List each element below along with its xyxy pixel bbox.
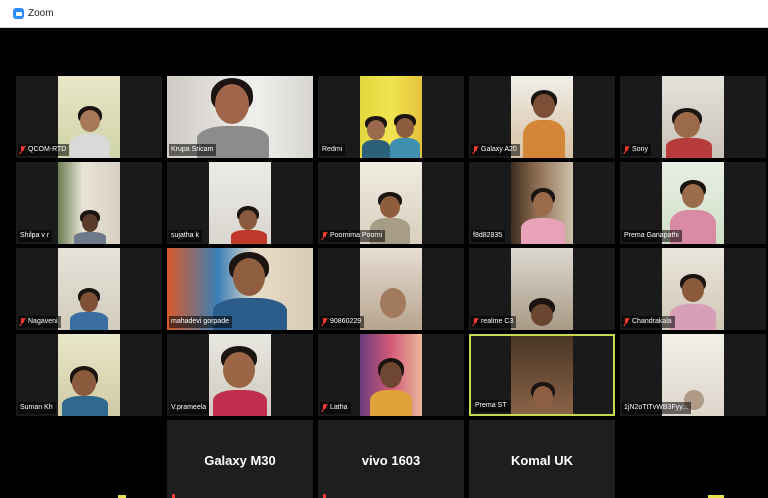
zoom-app-icon xyxy=(13,8,24,19)
participant-name: Komal UK xyxy=(510,452,574,468)
muted-mic-icon xyxy=(171,494,176,498)
participant-tile[interactable]: Prema Ganapathi xyxy=(620,162,766,244)
muted-mic-icon xyxy=(20,318,25,326)
participant-name: Prema Ganapathi xyxy=(622,230,682,242)
participant-name: V.prameela xyxy=(169,402,210,414)
participant-name: sujatha k xyxy=(169,230,203,242)
participant-tile[interactable]: f8d82835 xyxy=(469,162,615,244)
participant-tile[interactable]: Chandrakala xyxy=(620,248,766,330)
muted-mic-icon xyxy=(473,146,478,154)
participant-name: Suman Kh xyxy=(18,402,56,414)
participant-tile[interactable]: Suman Kh xyxy=(16,334,162,416)
muted-mic-icon xyxy=(322,404,327,412)
muted-mic-icon xyxy=(473,318,478,326)
muted-mic-icon xyxy=(322,232,327,240)
participant-tile[interactable]: 1jN2oTtTvWB3Fyy... xyxy=(620,334,766,416)
muted-mic-icon xyxy=(322,494,327,498)
participant-name: Galaxy M30 xyxy=(204,452,276,468)
participant-tile[interactable]: Sony xyxy=(620,76,766,158)
participant-name: mahadevi gorpade xyxy=(169,316,232,328)
participant-tile-audio-only[interactable]: Komal UK xyxy=(469,420,615,498)
participant-name: realme C3 xyxy=(471,316,517,328)
participant-name: Galaxy A20 xyxy=(471,144,520,156)
participant-name: 90860229 xyxy=(320,316,365,328)
window-titlebar: Zoom xyxy=(0,0,768,28)
participant-tile[interactable]: QCOM-RTD xyxy=(16,76,162,158)
gallery-view: QCOM-RTD Krupa Sricam Redmi Galaxy A20 S… xyxy=(8,28,768,498)
participant-tile[interactable]: Poornima Poorni xyxy=(318,162,464,244)
participant-tile[interactable]: realme C3 xyxy=(469,248,615,330)
participant-tile-audio-only[interactable]: Galaxy M30 xyxy=(167,420,313,498)
participant-tile[interactable]: mahadevi gorpade xyxy=(167,248,313,330)
participant-name: QCOM-RTD xyxy=(18,144,70,156)
participant-name: vivo 1603 xyxy=(361,452,421,468)
participant-tile[interactable]: Shilpa v r xyxy=(16,162,162,244)
participant-tile[interactable]: Latha xyxy=(318,334,464,416)
participant-name: Redmi xyxy=(320,144,346,156)
participant-name: Poornima Poorni xyxy=(320,230,386,242)
participant-name: Sony xyxy=(622,144,651,156)
participant-name: Krupa Sricam xyxy=(169,144,217,156)
participant-tile[interactable]: 90860229 xyxy=(318,248,464,330)
participant-name: Latha xyxy=(320,402,351,414)
muted-mic-icon xyxy=(20,146,25,154)
participant-name: Prema ST xyxy=(473,400,510,412)
participant-name: Chandrakala xyxy=(622,316,675,328)
participant-name: Shilpa v r xyxy=(18,230,53,242)
muted-mic-icon xyxy=(624,318,629,326)
participant-tile-active-speaker[interactable]: Prema ST xyxy=(469,334,615,416)
participant-tile-audio-only[interactable]: vivo 1603 xyxy=(318,420,464,498)
participant-tile[interactable]: Galaxy A20 xyxy=(469,76,615,158)
participant-tile[interactable]: Krupa Sricam xyxy=(167,76,313,158)
participant-name: 1jN2oTtTvWB3Fyy... xyxy=(622,402,692,414)
participant-tile[interactable]: sujatha k xyxy=(167,162,313,244)
muted-mic-icon xyxy=(624,146,629,154)
participant-tile[interactable]: Nagaveni xyxy=(16,248,162,330)
participant-name: f8d82835 xyxy=(471,230,506,242)
muted-mic-icon xyxy=(322,318,327,326)
participant-tile[interactable]: Redmi xyxy=(318,76,464,158)
participant-name: Nagaveni xyxy=(18,316,61,328)
window-title: Zoom xyxy=(28,8,54,19)
participant-tile[interactable]: V.prameela xyxy=(167,334,313,416)
